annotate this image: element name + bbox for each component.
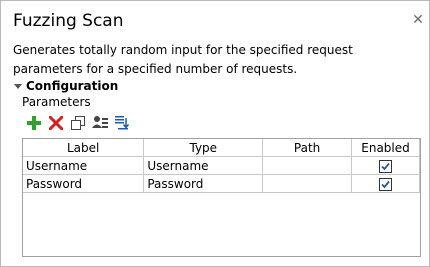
enabled-checkbox[interactable] [379, 177, 392, 191]
panel-description: Generates totally random input for the s… [13, 43, 353, 76]
cell-type[interactable]: Password [143, 174, 264, 193]
cell-enabled [351, 174, 420, 193]
column-header-type[interactable]: Type [143, 139, 264, 157]
cell-enabled [351, 156, 420, 175]
cell-path[interactable] [262, 174, 353, 193]
section-label: Configuration [26, 79, 119, 93]
parameters-label: Parameters [22, 95, 91, 109]
cell-type[interactable]: Username [143, 156, 264, 175]
delete-icon[interactable] [47, 114, 65, 132]
panel-title: Fuzzing Scan [13, 11, 124, 31]
column-header-enabled[interactable]: Enabled [351, 139, 420, 157]
column-header-path[interactable]: Path [262, 139, 353, 157]
cell-label[interactable]: Password [23, 174, 145, 193]
collapse-triangle-icon [14, 84, 22, 89]
configuration-section-toggle[interactable]: Configuration [14, 78, 118, 94]
parameters-toolbar [25, 113, 131, 133]
cell-path[interactable] [262, 156, 353, 175]
fuzzing-scan-panel: Fuzzing Scan ✕ Generates totally random … [0, 0, 430, 267]
cell-label[interactable]: Username [23, 156, 145, 175]
column-header-label[interactable]: Label [23, 139, 145, 157]
table-row[interactable]: Username Username [23, 156, 420, 175]
parameters-table: Label Type Path Enabled Username Usernam… [22, 138, 421, 257]
enabled-checkbox[interactable] [379, 159, 392, 173]
copy-icon[interactable] [69, 114, 87, 132]
table-row[interactable]: Password Password [23, 174, 420, 193]
close-icon[interactable]: ✕ [411, 13, 425, 27]
sort-icon[interactable] [113, 114, 131, 132]
table-header-row: Label Type Path Enabled [23, 139, 420, 157]
add-from-request-icon[interactable] [91, 114, 109, 132]
add-icon[interactable] [25, 114, 43, 132]
